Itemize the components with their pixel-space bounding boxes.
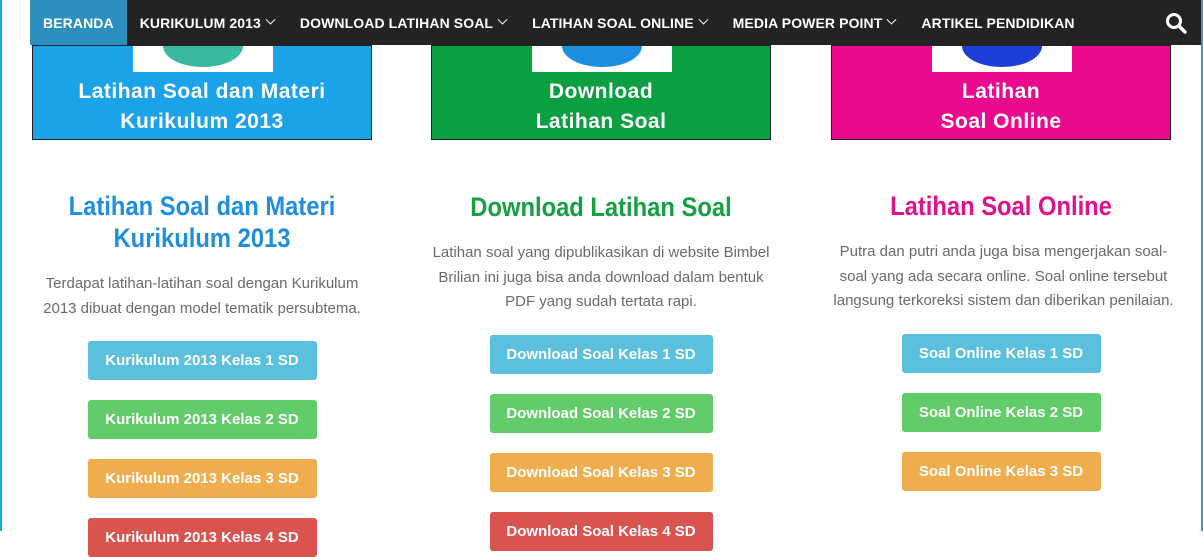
column-heading: Latihan Soal Online (890, 191, 1112, 221)
nav-item-label: MEDIA POWER POINT (732, 14, 883, 31)
nav-item-media-power-point[interactable]: MEDIA POWER POINT (720, 0, 909, 45)
banner-latihan-soal-online[interactable]: Latihan Soal Online (831, 45, 1171, 140)
column-heading: Latihan Soal dan Materi Kurikulum 2013 (68, 191, 336, 253)
download-kelas-1-button[interactable]: Download Soal Kelas 1 SD (489, 334, 713, 374)
column-description: Putra dan putri anda juga bisa mengerjak… (833, 243, 1174, 309)
nav-item-label: DOWNLOAD LATIHAN SOAL (299, 14, 494, 31)
banner-illustration (532, 46, 672, 72)
banner-text: Latihan Soal dan Materi Kurikulum 2013 (33, 77, 371, 137)
column-description: Latihan soal yang dipublikasikan di webs… (432, 244, 770, 310)
banner-kurikulum-2013[interactable]: Latihan Soal dan Materi Kurikulum 2013 (32, 45, 372, 140)
chevron-down-icon (886, 14, 897, 25)
banner-line-2: Soal Online (940, 110, 1062, 133)
nav-item-beranda[interactable]: BERANDA (30, 0, 127, 45)
chevron-down-icon (265, 14, 276, 25)
kurikulum-kelas-4-button[interactable]: Kurikulum 2013 Kelas 4 SD (87, 518, 317, 557)
banner-line-2: Latihan Soal (535, 110, 667, 133)
download-kelas-3-button[interactable]: Download Soal Kelas 3 SD (489, 452, 713, 492)
nav-item-artikel-pendidikan[interactable]: ARTIKEL PENDIDIKAN (908, 0, 1087, 45)
search-icon (1166, 12, 1187, 34)
banner-download-latihan-soal[interactable]: Download Latihan Soal (431, 45, 771, 140)
feature-column-download: Download Latihan Soal Download Latihan S… (431, 45, 771, 551)
nav-item-label: BERANDA (43, 14, 114, 31)
download-kelas-2-button[interactable]: Download Soal Kelas 2 SD (489, 393, 713, 433)
online-kelas-3-button[interactable]: Soal Online Kelas 3 SD (901, 451, 1101, 491)
nav-item-download-latihan-soal[interactable]: DOWNLOAD LATIHAN SOAL (287, 0, 519, 45)
chevron-down-icon (698, 14, 709, 25)
kurikulum-kelas-3-button[interactable]: Kurikulum 2013 Kelas 3 SD (87, 459, 317, 498)
chevron-down-icon (497, 14, 508, 25)
kurikulum-kelas-1-button[interactable]: Kurikulum 2013 Kelas 1 SD (87, 341, 317, 380)
nav-item-label: KURIKULUM 2013 (139, 14, 261, 31)
nav-item-label: LATIHAN SOAL ONLINE (532, 14, 694, 31)
main-navbar: BERANDA KURIKULUM 2013 DOWNLOAD LATIHAN … (30, 0, 1201, 45)
banner-illustration (932, 46, 1072, 72)
banner-line-1: Latihan (961, 80, 1041, 103)
banner-text: Latihan Soal Online (832, 77, 1170, 137)
online-kelas-2-button[interactable]: Soal Online Kelas 2 SD (901, 392, 1101, 432)
nav-item-kurikulum-2013[interactable]: KURIKULUM 2013 (127, 0, 287, 45)
banner-line-1: Latihan Soal dan Materi (78, 80, 326, 103)
feature-column-online: Latihan Soal Online Latihan Soal Online … (831, 45, 1174, 491)
download-kelas-4-button[interactable]: Download Soal Kelas 4 SD (489, 511, 713, 551)
feature-column-kurikulum: Latihan Soal dan Materi Kurikulum 2013 L… (32, 45, 372, 557)
kurikulum-kelas-2-button[interactable]: Kurikulum 2013 Kelas 2 SD (87, 400, 317, 439)
banner-line-1: Download (548, 80, 654, 103)
column-description: Terdapat latihan-latihan soal dengan Kur… (43, 275, 361, 317)
banner-text: Download Latihan Soal (432, 77, 770, 137)
banner-line-2: Kurikulum 2013 (120, 110, 284, 133)
nav-item-latihan-soal-online[interactable]: LATIHAN SOAL ONLINE (519, 0, 720, 45)
page-frame-left (0, 0, 2, 531)
online-kelas-1-button[interactable]: Soal Online Kelas 1 SD (901, 333, 1101, 373)
nav-item-label: ARTIKEL PENDIDIKAN (921, 14, 1075, 31)
column-heading: Download Latihan Soal (470, 192, 732, 222)
search-button[interactable] (1151, 0, 1201, 45)
banner-illustration (133, 46, 273, 72)
